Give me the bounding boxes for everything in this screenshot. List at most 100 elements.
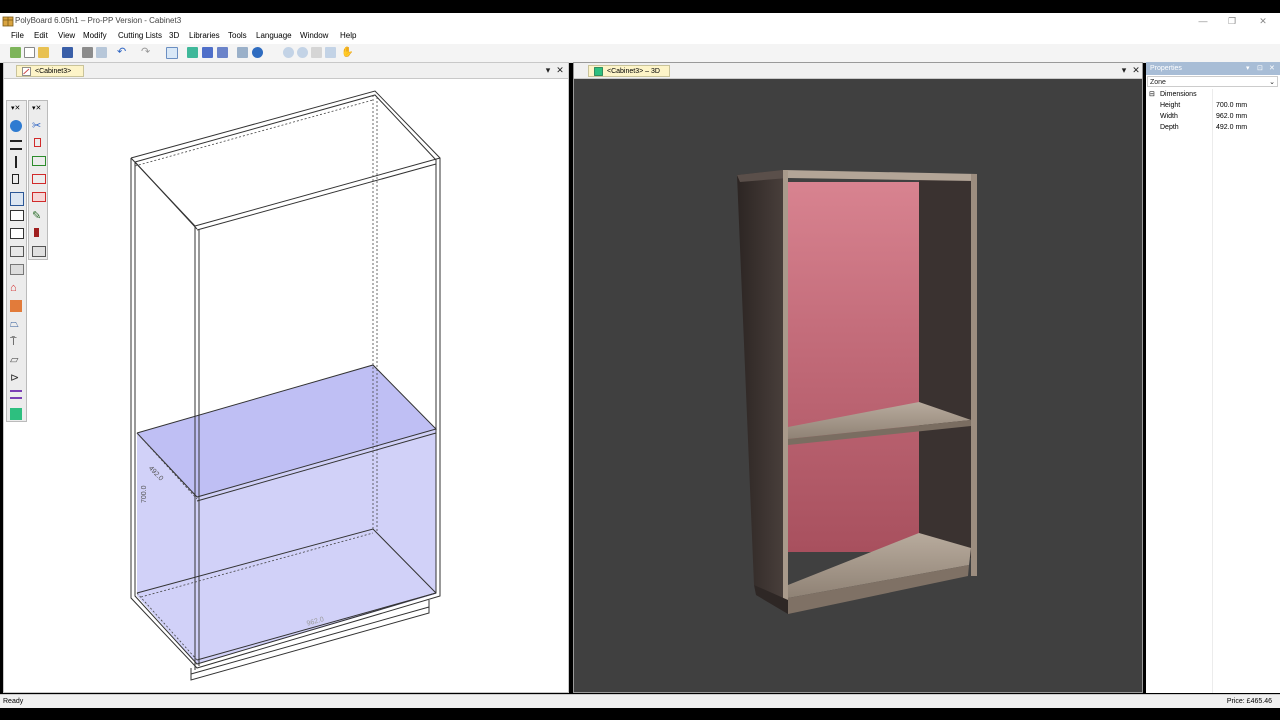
menu-window[interactable]: Window [300, 31, 328, 40]
red-drawer-icon[interactable] [32, 174, 46, 184]
properties-pin-icon[interactable]: ⊡ [1257, 62, 1263, 75]
menu-libraries[interactable]: Libraries [189, 31, 220, 40]
pan-hand-icon[interactable]: ✋ [341, 47, 353, 58]
drawing-pane-2d[interactable]: <Cabinet3> ▾ ✕ 700.0 492.0 962.0 [3, 62, 569, 693]
red-grid-icon[interactable] [32, 192, 46, 202]
menu-edit[interactable]: Edit [34, 31, 48, 40]
horizontal-panel-icon[interactable] [10, 140, 22, 150]
palette-menu-icon-2[interactable]: ▾✕ [32, 104, 41, 112]
cabinet-3d-render[interactable] [574, 78, 1142, 692]
door-icon[interactable] [12, 174, 19, 184]
angle-icon[interactable]: ⏥ [10, 354, 22, 366]
back-panel [786, 182, 919, 552]
red-door-icon[interactable] [34, 138, 41, 147]
vertical-panel-icon[interactable] [15, 156, 17, 168]
property-label: Width [1160, 113, 1178, 120]
green-shelves-icon[interactable] [32, 156, 46, 166]
properties-title: Properties [1150, 65, 1182, 72]
properties-close-icon[interactable]: ✕ [1269, 62, 1275, 75]
pane-close-icon[interactable]: ✕ [1131, 65, 1141, 76]
back-panel-icon[interactable] [10, 264, 24, 275]
pin-icon[interactable]: ⍑ [10, 336, 22, 348]
handle-icon[interactable] [34, 228, 39, 237]
roof-icon[interactable]: ⌂ [10, 282, 22, 294]
cascade-windows-icon[interactable] [217, 47, 228, 58]
properties-section-dimensions[interactable]: ⊟ Dimensions [1146, 89, 1280, 100]
select-tool-icon[interactable] [166, 47, 178, 59]
app-icon [2, 16, 14, 27]
zoom-out-icon[interactable] [297, 47, 308, 58]
property-value[interactable]: 962.0 mm [1216, 111, 1247, 122]
left-tab-strip: <Cabinet3> ▾ ✕ [4, 63, 568, 79]
pane-close-icon[interactable]: ✕ [555, 65, 565, 76]
menu-tools[interactable]: Tools [228, 31, 247, 40]
view-3d-icon[interactable] [187, 47, 198, 58]
print-icon[interactable] [82, 47, 93, 58]
undo-icon[interactable]: ↶ [117, 47, 128, 58]
grid-icon[interactable] [237, 47, 248, 58]
open-folder-icon[interactable] [38, 47, 49, 58]
cabinet-3d-icon[interactable] [10, 408, 22, 420]
menu-3d[interactable]: 3D [169, 31, 179, 40]
properties-panel: Properties ▾ ⊡ ✕ Zone ⌄ ⊟ Dimensions Hei… [1146, 62, 1280, 693]
property-row-height[interactable]: Height 700.0 mm [1146, 100, 1280, 111]
close-window-button[interactable]: ✕ [1250, 14, 1276, 28]
new-file-icon[interactable] [24, 47, 35, 58]
property-value[interactable]: 492.0 mm [1216, 122, 1247, 133]
zoom-window-icon[interactable] [325, 47, 336, 58]
drawer-icon[interactable] [10, 210, 24, 221]
pane-dropdown-icon[interactable]: ▾ [543, 65, 553, 76]
collapse-icon[interactable]: ⊟ [1149, 89, 1155, 100]
zoom-extents-icon[interactable] [311, 47, 322, 58]
palette-menu-icon[interactable]: ▾✕ [11, 104, 20, 112]
window-title: PolyBoard 6.05h1 – Pro-PP Version - Cabi… [15, 16, 182, 25]
properties-header: Properties ▾ ⊡ ✕ [1146, 62, 1280, 75]
cabinet-wireframe[interactable] [4, 78, 568, 692]
menu-file[interactable]: File [11, 31, 24, 40]
drawing-icon [22, 67, 31, 76]
zoom-in-icon[interactable] [283, 47, 294, 58]
info-icon[interactable] [252, 47, 263, 58]
property-row-depth[interactable]: Depth 492.0 mm [1146, 122, 1280, 133]
edge-band-icon[interactable] [10, 300, 22, 312]
menu-modify[interactable]: Modify [83, 31, 107, 40]
tool-column-1: ▾✕ ⌂ ⏢ ⍑ ⏥ ⊳ [6, 100, 27, 422]
module-icon[interactable] [32, 246, 46, 257]
adjustable-shelf-icon[interactable] [10, 246, 24, 257]
pane-dropdown-icon[interactable]: ▾ [1119, 65, 1129, 76]
top-front-edge-inner [196, 163, 437, 231]
lines-icon[interactable] [10, 390, 22, 399]
viewport-3d[interactable]: <Cabinet3> – 3D ▾ ✕ [573, 62, 1143, 693]
properties-selection-value: Zone [1150, 79, 1166, 86]
save-icon[interactable] [62, 47, 73, 58]
color-wheel-icon[interactable] [10, 120, 22, 132]
menu-view[interactable]: View [58, 31, 75, 40]
menu-help[interactable]: Help [340, 31, 356, 40]
zone-divide-icon[interactable] [10, 192, 24, 206]
minimize-button[interactable]: — [1190, 14, 1216, 28]
menu-cutting-lists[interactable]: Cutting Lists [118, 31, 162, 40]
new-cabinet-icon[interactable] [10, 47, 21, 58]
section-label: Dimensions [1160, 91, 1197, 98]
price-text: Price: £465.46 [1226, 698, 1272, 705]
slope-icon[interactable]: ⏢ [10, 318, 22, 330]
redo-icon[interactable]: ↷ [141, 47, 152, 58]
tab-cabinet3-2d[interactable]: <Cabinet3> [16, 65, 84, 77]
fixed-shelf-icon[interactable] [10, 228, 24, 239]
machining-icon[interactable]: ⊳ [10, 372, 22, 384]
menu-language[interactable]: Language [256, 31, 292, 40]
toolbar: ↶ ↷ ✋ [0, 44, 1280, 63]
properties-object-select[interactable]: Zone ⌄ [1147, 76, 1278, 87]
tab-cabinet3-3d[interactable]: <Cabinet3> – 3D [588, 65, 670, 77]
tile-windows-icon[interactable] [202, 47, 213, 58]
right-inner-side [919, 174, 972, 558]
restore-button[interactable]: ❐ [1219, 14, 1245, 28]
properties-dropdown-icon[interactable]: ▾ [1246, 62, 1250, 75]
hardware-icon[interactable]: ✎ [32, 210, 44, 222]
property-value[interactable]: 700.0 mm [1216, 100, 1247, 111]
dimension-height-label: 700.0 [141, 485, 148, 503]
property-row-width[interactable]: Width 962.0 mm [1146, 111, 1280, 122]
tab-label: <Cabinet3> [35, 68, 72, 75]
scissors-icon[interactable]: ✂ [32, 120, 44, 132]
print-preview-icon[interactable] [96, 47, 107, 58]
